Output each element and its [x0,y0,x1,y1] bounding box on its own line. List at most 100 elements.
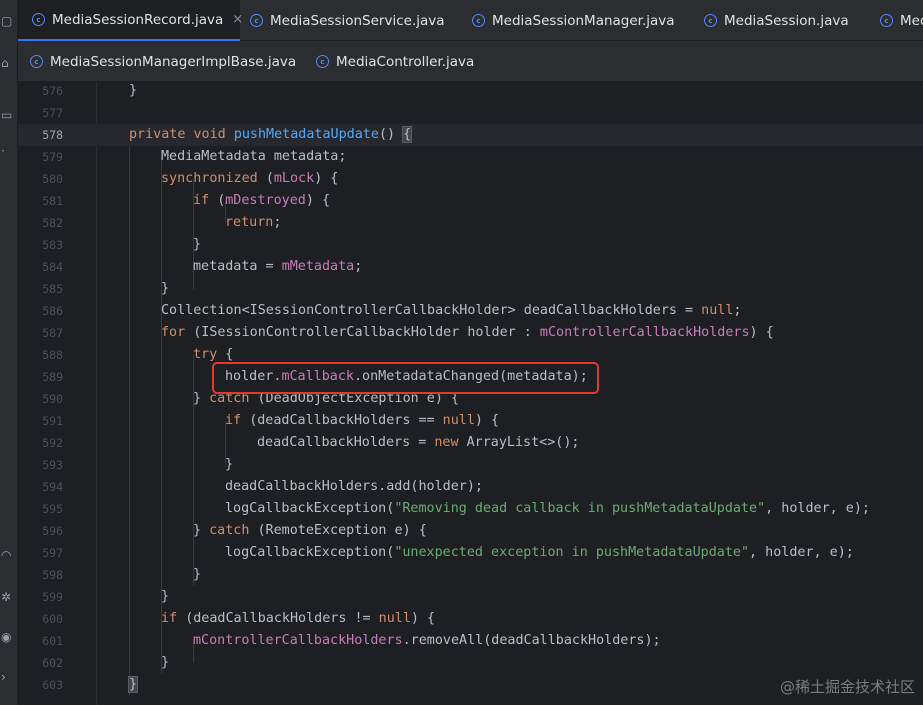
code-token: mControllerCallbackHolders [539,325,750,340]
code-token: .removeAll(deadCallbackHolders); [402,633,661,648]
code-token: } [129,83,138,98]
code-token: MediaMetadata metadata; [161,149,347,164]
code-text: deadCallbackHolders.add(holder); [225,476,483,498]
java-class-icon: c [250,14,263,27]
activity-bar: ▢ ⌂ ▭ · ◠ ✲ ◉ › [0,0,18,705]
code-token: for [161,325,194,340]
line-number: 594 [42,480,63,494]
code-line[interactable]: 598} [18,564,923,586]
line-number: 585 [42,282,63,296]
code-token: metadata = [193,259,282,274]
code-token: () [378,127,404,142]
code-token: (deadCallbackHolders != [185,611,379,626]
code-line[interactable]: 591 if (deadCallbackHolders == null) { [18,410,923,432]
code-line[interactable]: 602} [18,652,923,674]
code-line[interactable]: 578 private void pushMetadataUpdate() { [18,124,923,146]
tab-media-session-record[interactable]: c MediaSessionRecord.java × [18,0,243,41]
code-token: new [434,435,467,450]
line-number: 598 [42,568,63,582]
code-token: deadCallbackHolders.add(holder); [225,479,483,494]
java-class-icon: c [316,55,329,68]
code-token: } [161,589,170,604]
code-token: if [225,413,250,428]
code-line[interactable]: 599} [18,586,923,608]
code-token: ) { [410,611,436,626]
code-line[interactable]: 585} [18,278,923,300]
code-line[interactable]: 584 metadata = mMetadata; [18,256,923,278]
tab-media-session-service[interactable]: c MediaSessionService.java [250,0,445,41]
code-token: mLock [273,171,315,186]
code-token: , holder, e); [749,545,854,560]
line-number: 592 [42,436,63,450]
code-line[interactable]: 593} [18,454,923,476]
line-number: 581 [42,194,63,208]
java-class-icon: c [30,55,43,68]
close-icon[interactable]: × [232,12,243,27]
tab-media-controller[interactable]: c MediaController.java [316,41,474,82]
code-line[interactable]: 600 if (deadCallbackHolders != null) { [18,608,923,630]
project-icon[interactable]: ▢ [0,14,14,28]
tab-media-session-manager[interactable]: c MediaSessionManager.java [472,0,675,41]
code-text: metadata = mMetadata; [193,256,362,278]
tab-media-session-manager-impl-base[interactable]: c MediaSessionManagerImplBase.java [30,41,296,82]
code-line[interactable]: 595 logCallbackException("Removing dead c… [18,498,923,520]
code-line[interactable]: 581 if (mDestroyed) { [18,190,923,212]
settings-icon[interactable]: ✲ [0,590,14,604]
code-text: private void pushMetadataUpdate() { [129,124,413,146]
code-line[interactable]: 596} catch (RemoteException e) { [18,520,923,542]
code-token: ; [354,259,363,274]
code-token: } [225,457,234,472]
code-line[interactable]: 579 MediaMetadata metadata; [18,146,923,168]
line-number: 602 [42,656,63,670]
code-token: ) { [749,325,774,340]
tab-media-session[interactable]: c MediaSession.java [704,0,849,41]
more-icon[interactable]: · [0,144,14,158]
problems-icon[interactable]: ◉ [0,630,14,644]
code-token: { [402,126,413,143]
code-token: (RemoteException e) { [257,523,427,538]
code-token: } [161,281,170,296]
code-line[interactable]: 597 logCallbackException("unexpected exce… [18,542,923,564]
code-text: logCallbackException("Removing dead call… [225,498,870,520]
tab-label: MediaSession.java [724,12,849,29]
code-line[interactable]: 577 [18,102,923,124]
tab-overflow[interactable]: c Med [880,0,923,41]
line-number: 590 [42,392,63,406]
tab-label: MediaSessionService.java [270,12,445,29]
code-line[interactable]: 587 for (ISessionControllerCallbackHolder… [18,322,923,344]
code-token: private void [129,127,234,142]
code-line[interactable]: 576} [18,80,923,102]
services-icon[interactable]: ◠ [0,548,14,562]
line-number: 577 [42,106,63,120]
structure-icon[interactable]: ▭ [0,108,14,122]
code-line[interactable]: 601 mControllerCallbackHolders.removeAll(… [18,630,923,652]
line-number: 586 [42,304,63,318]
code-token: } [193,391,210,406]
line-number: 603 [42,678,63,692]
code-token: } [193,567,202,582]
code-token: deadCallbackHolders = [257,435,435,450]
code-token: mControllerCallbackHolders [193,633,403,648]
code-text: synchronized (mLock) { [161,168,338,190]
terminal-icon[interactable]: › [0,670,14,684]
code-line[interactable]: 580 synchronized (mLock) { [18,168,923,190]
code-line[interactable]: 583} [18,234,923,256]
line-number: 596 [42,524,63,538]
line-number: 595 [42,502,63,516]
tab-label: Med [900,12,923,29]
code-line[interactable]: 586 Collection<ISessionControllerCallback… [18,300,923,322]
commit-icon[interactable]: ⌂ [0,56,14,70]
code-token: (ISessionControllerCallbackHolder holder… [193,325,540,340]
code-token: ( [265,171,274,186]
code-text: if (mDestroyed) { [193,190,330,212]
code-token: } [193,237,202,252]
line-number: 599 [42,590,63,604]
code-line[interactable]: 592 deadCallbackHolders = new ArrayList<>… [18,432,923,454]
code-line[interactable]: 594 deadCallbackHolders.add(holder); [18,476,923,498]
code-editor[interactable]: 576} 577 578 private void pushMetadataUpdat… [18,82,923,705]
code-token: ) { [305,193,331,208]
line-number: 582 [42,216,63,230]
code-line[interactable]: 582 return; [18,212,923,234]
line-number: 588 [42,348,63,362]
line-number: 584 [42,260,63,274]
